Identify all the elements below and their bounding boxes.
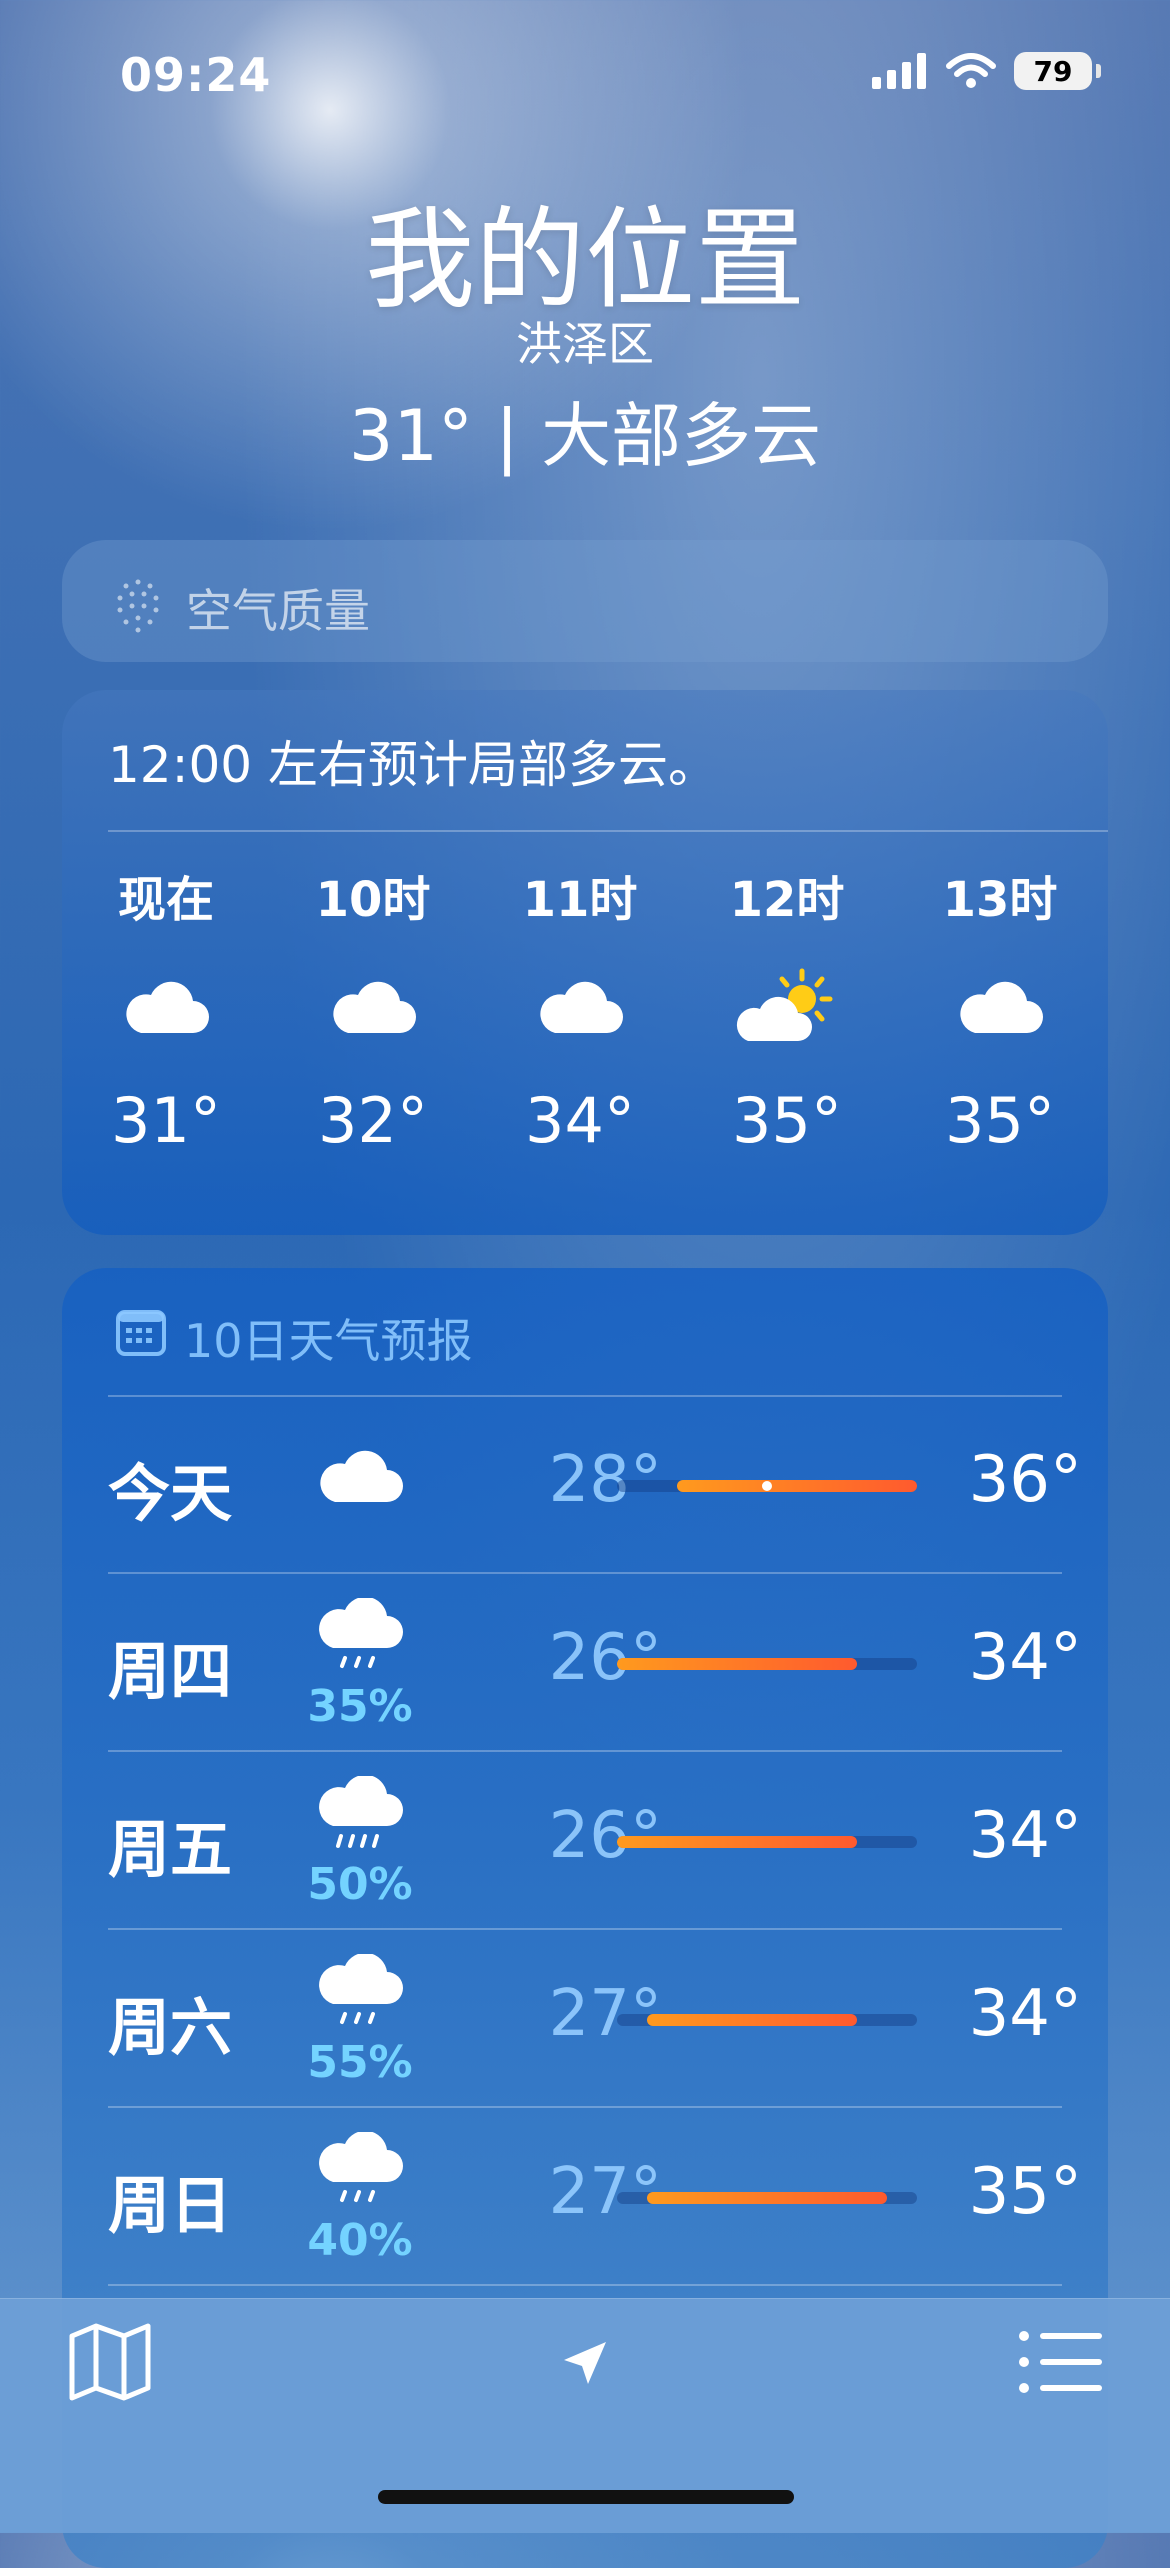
- hour-label: 11时: [522, 872, 638, 928]
- battery-icon: 79: [1014, 52, 1101, 90]
- hourly-summary: 12:00 左右预计局部多云。: [108, 736, 718, 794]
- day-high-temp: 34°: [968, 1977, 1082, 2051]
- temperature-range-fill: [677, 1480, 917, 1492]
- temperature-range-bar: [617, 1480, 917, 1492]
- hour-label: 12时: [729, 872, 845, 928]
- hour-item: 10时 32°: [273, 860, 473, 1157]
- day-row[interactable]: 周六 55% 27° 34°: [62, 1932, 1108, 2110]
- cloud-icon: [333, 981, 416, 1033]
- hour-item: 11时 34°: [480, 860, 680, 1157]
- day-high-temp: 36°: [968, 1443, 1082, 1517]
- cloud-icon: [320, 1450, 403, 1502]
- daily-divider: [108, 1572, 1062, 1574]
- hour-temp: 31°: [111, 1084, 221, 1157]
- air-quality-label: 空气质量: [186, 584, 370, 638]
- day-row[interactable]: 周日 40% 27° 35°: [62, 2110, 1108, 2288]
- location-district: 洪泽区: [516, 317, 654, 371]
- status-time: 09:24: [120, 48, 272, 102]
- daily-divider: [108, 1395, 1062, 1397]
- status-icons: 79: [872, 52, 1101, 90]
- cloud-icon: [126, 981, 209, 1033]
- temperature-range-bar: [617, 2014, 917, 2026]
- hour-temp: 32°: [318, 1084, 428, 1157]
- precipitation-chance: 50%: [307, 1859, 413, 1910]
- temperature-range-fill: [647, 2192, 887, 2204]
- temperature-range-bar: [617, 2192, 917, 2204]
- hourly-divider: [108, 830, 1108, 832]
- temperature-range-fill: [617, 1836, 857, 1848]
- battery-level: 79: [1033, 54, 1073, 88]
- home-indicator: [378, 2490, 794, 2504]
- day-high-temp: 35°: [968, 2155, 1082, 2229]
- temperature-range-fill: [617, 1658, 857, 1670]
- map-icon[interactable]: [68, 2322, 152, 2402]
- temperature-range-bar: [617, 1658, 917, 1670]
- hour-item: 12时 35°: [687, 860, 887, 1157]
- current-conditions: 31° | 大部多云: [348, 395, 822, 477]
- day-row[interactable]: 周五 50% 26° 34°: [62, 1754, 1108, 1932]
- partly-sunny-icon: [736, 968, 833, 1041]
- cloud-icon: [540, 981, 623, 1033]
- day-row[interactable]: 周四 35% 26° 34°: [62, 1576, 1108, 1754]
- precipitation-chance: 35%: [307, 1681, 413, 1732]
- calendar-icon: [116, 1310, 166, 1356]
- list-icon[interactable]: [1018, 2330, 1104, 2394]
- day-name: 周六: [108, 1991, 233, 2064]
- temperature-range-bar: [617, 1836, 917, 1848]
- hour-temp: 35°: [732, 1084, 842, 1157]
- location-arrow-icon[interactable]: [558, 2338, 610, 2390]
- daily-divider: [108, 2106, 1062, 2108]
- daily-divider: [108, 2284, 1062, 2286]
- daily-divider: [108, 1750, 1062, 1752]
- cellular-signal-icon: [872, 53, 926, 89]
- location-title: 我的位置: [365, 196, 805, 324]
- day-high-temp: 34°: [968, 1621, 1082, 1695]
- hour-item: 13时 35°: [900, 860, 1100, 1157]
- hour-item: 现在 31°: [66, 860, 266, 1157]
- day-row[interactable]: 今天 28° 36°: [62, 1398, 1108, 1576]
- precipitation-chance: 55%: [307, 2037, 413, 2088]
- rain-icon: [319, 1598, 403, 1668]
- day-name: 今天: [108, 1457, 233, 1530]
- hour-label: 10时: [315, 872, 431, 928]
- temperature-range-fill: [647, 2014, 857, 2026]
- hour-temp: 34°: [525, 1084, 635, 1157]
- hour-label: 13时: [942, 872, 1058, 928]
- ten-day-title: 10日天气预报: [184, 1314, 473, 1368]
- precipitation-chance: 40%: [307, 2215, 413, 2266]
- rain-icon: [319, 1954, 403, 2024]
- daily-divider: [108, 1928, 1062, 1930]
- hour-temp: 35°: [945, 1084, 1055, 1157]
- rain-icon: [319, 2132, 403, 2202]
- air-quality-dots-icon: [117, 579, 159, 633]
- hour-label: 现在: [117, 872, 214, 928]
- day-high-temp: 34°: [968, 1799, 1082, 1873]
- day-name: 周四: [108, 1635, 233, 1708]
- cloud-icon: [960, 981, 1043, 1033]
- rain-icon: [319, 1776, 403, 1848]
- wifi-icon: [946, 53, 996, 88]
- day-name: 周日: [108, 2169, 233, 2242]
- day-name: 周五: [108, 1813, 233, 1886]
- current-temp-dot: [762, 1481, 772, 1491]
